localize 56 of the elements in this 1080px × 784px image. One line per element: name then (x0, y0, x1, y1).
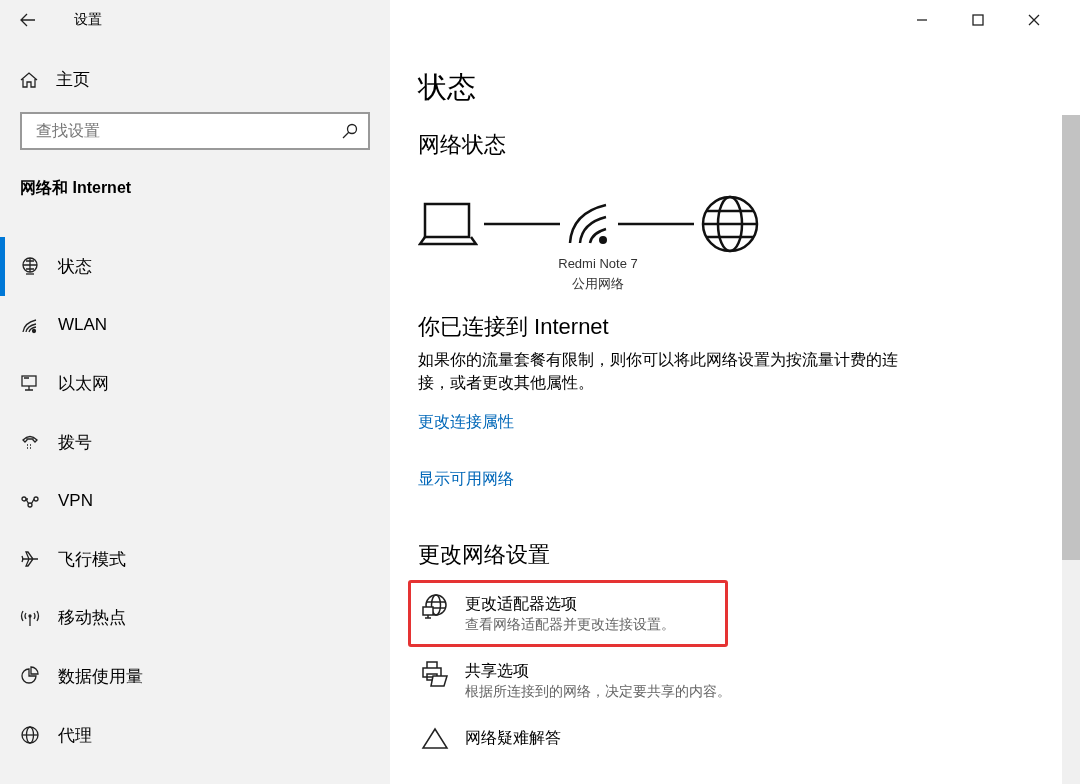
sidebar-item[interactable]: 代理 (0, 705, 390, 765)
sidebar-item-label: 拨号 (58, 431, 92, 454)
option-description: 查看网络适配器并更改连接设置。 (465, 615, 675, 634)
search-icon (342, 123, 358, 139)
home-nav-item[interactable]: 主页 (0, 40, 390, 91)
globe-icon (20, 725, 40, 746)
scrollbar-thumb[interactable] (1062, 115, 1080, 560)
globe-icon (20, 256, 40, 277)
section-heading: 更改网络设置 (418, 541, 551, 569)
settings-option[interactable]: 网络疑难解答 (408, 714, 728, 762)
sidebar-item[interactable]: 飞行模式 (0, 529, 390, 589)
settings-option[interactable]: 更改适配器选项 查看网络适配器并更改连接设置。 (408, 580, 728, 647)
warning-icon (421, 727, 449, 749)
sidebar-item[interactable]: 移动热点 (0, 588, 390, 648)
sidebar-item[interactable]: VPN (0, 471, 390, 530)
sidebar-item[interactable]: 数据使用量 (0, 647, 390, 706)
globe-icon (700, 194, 760, 254)
scrollbar[interactable] (1062, 115, 1080, 784)
sidebar-item-label: VPN (58, 490, 93, 511)
close-icon (1028, 14, 1040, 26)
sidebar-item[interactable]: WLAN (0, 295, 390, 355)
connection-description: 如果你的流量套餐有限制，则你可以将此网络设置为按流量计费的连接，或者更改其他属性。 (418, 350, 899, 393)
home-icon (20, 70, 38, 89)
printer-folder-icon (421, 660, 449, 688)
computer-icon (20, 373, 40, 394)
option-description: 根据所连接到的网络，决定要共享的内容。 (465, 682, 731, 701)
sidebar-item-label: 飞行模式 (58, 548, 126, 571)
back-arrow-icon[interactable] (20, 13, 36, 27)
sidebar-item-label: 以太网 (58, 373, 109, 395)
sidebar-item[interactable]: 以太网 (0, 354, 390, 413)
sidebar-item[interactable]: 拨号 (0, 412, 390, 472)
link[interactable]: 显示可用网络 (418, 469, 514, 490)
sidebar-item-label: 状态 (58, 255, 92, 278)
section-heading: 网络状态 (418, 131, 507, 159)
link[interactable]: 更改连接属性 (418, 412, 514, 433)
airplane-icon (20, 549, 40, 570)
option-title: 网络疑难解答 (465, 728, 561, 748)
device-name: Redmi Note 7 (557, 255, 639, 273)
pie-chart-icon (20, 666, 40, 687)
network-type: 公用网络 (571, 275, 625, 293)
home-label: 主页 (56, 69, 90, 91)
settings-option[interactable]: 共享选项 根据所连接到的网络，决定要共享的内容。 (408, 647, 728, 714)
sidebar-item-label: 移动热点 (58, 607, 126, 630)
section-heading: 网络和 Internet (19, 178, 133, 198)
search-field[interactable]: 查找设置 (20, 112, 370, 150)
connection-status: 你已连接到 Internet (418, 313, 610, 341)
maximize-icon (972, 14, 984, 26)
page-title: 状态 (418, 70, 477, 105)
globe-monitor-icon (421, 593, 449, 621)
sidebar-item-label: 数据使用量 (58, 665, 143, 688)
window-title: 设置 (74, 11, 102, 29)
sidebar-item-label: 代理 (58, 724, 92, 747)
option-title: 更改适配器选项 (465, 594, 578, 614)
option-title: 共享选项 (465, 661, 530, 681)
laptop-icon (418, 201, 478, 247)
sidebar-item-label: WLAN (58, 314, 108, 335)
